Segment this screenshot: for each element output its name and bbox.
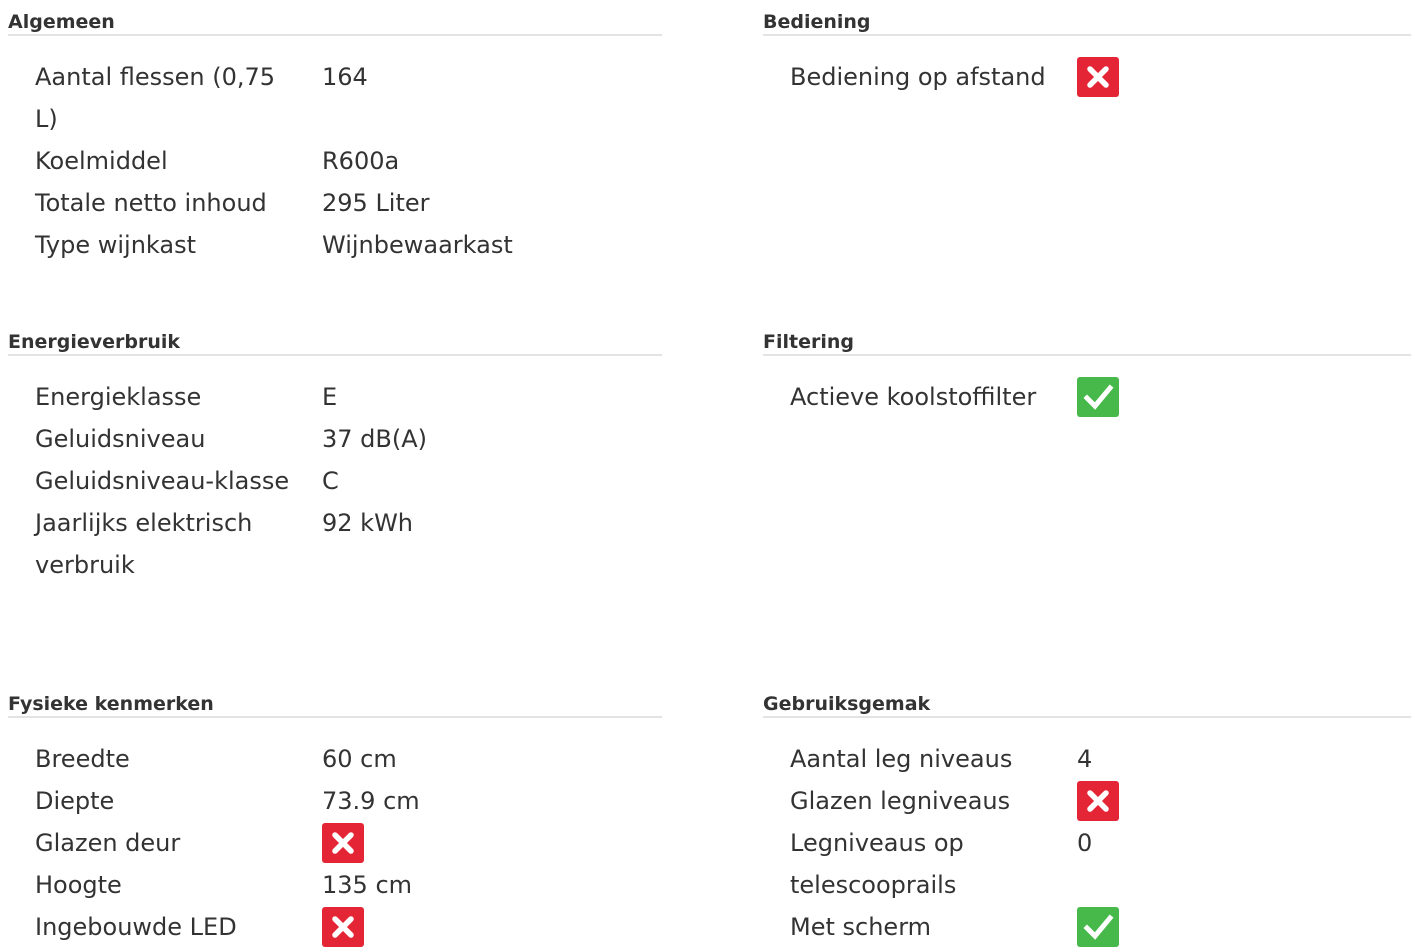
spec-row: Geluidsniveau-klasse C: [8, 460, 662, 502]
spec-row: Legniveaus op telescooprails 0: [763, 822, 1411, 906]
section-energieverbruik: Energieverbruik Energieklasse E Geluidsniv…: [8, 320, 662, 586]
spec-list-energieverbruik: Energieklasse E Geluidsniveau 37 dB(A) Gelui…: [8, 376, 662, 586]
spec-label: Glazen legniveaus: [790, 787, 1011, 815]
section-title-algemeen: Algemeen: [8, 0, 662, 36]
section-title-fysieke-kenmerken: Fysieke kenmerken: [8, 682, 662, 718]
spec-value: [1077, 56, 1411, 98]
section-title-energieverbruik: Energieverbruik: [8, 320, 662, 356]
spec-value: 92 kWh: [322, 509, 414, 537]
spec-list-filtering: Actieve koolstoffilter: [763, 376, 1411, 418]
spec-value: [1077, 906, 1411, 948]
spec-row: Glazen deur: [8, 822, 662, 864]
section-fysieke-kenmerken: Fysieke kenmerken Breedte 60 cm Diepte 73.9…: [8, 682, 662, 948]
spec-label: Actieve koolstoffilter: [790, 383, 1037, 411]
cross-icon: [322, 907, 364, 947]
check-icon: [1077, 377, 1119, 417]
spec-list-algemeen: Aantal flessen (0,75 L) 164 Koelmiddel R600…: [8, 56, 662, 266]
spec-row: Diepte 73.9 cm: [8, 780, 662, 822]
spec-value: [322, 822, 662, 864]
spec-row: Energieklasse E: [8, 376, 662, 418]
section-gebruiksgemak: Gebruiksgemak Aantal leg niveaus 4 Glazen …: [763, 682, 1411, 948]
spec-label: Legniveaus op telescooprails: [790, 829, 964, 899]
spec-label: Ingebouwde LED: [35, 913, 237, 941]
spec-list-bediening: Bediening op afstand: [763, 56, 1411, 98]
spec-label: Geluidsniveau-klasse: [35, 467, 290, 495]
spec-value: E: [322, 383, 338, 411]
spec-row: Ingebouwde LED: [8, 906, 662, 948]
section-title-gebruiksgemak: Gebruiksgemak: [763, 682, 1411, 718]
spec-row: Jaarlijks elektrisch verbruik 92 kWh: [8, 502, 662, 586]
spec-value: 37 dB(A): [322, 425, 428, 453]
spec-value: 0: [1077, 829, 1093, 857]
spec-row: Geluidsniveau 37 dB(A): [8, 418, 662, 460]
spec-row: Aantal flessen (0,75 L) 164: [8, 56, 662, 140]
spec-value: R600a: [322, 147, 400, 175]
spec-value: [322, 906, 662, 948]
section-algemeen: Algemeen Aantal flessen (0,75 L) 164 Koelm…: [8, 0, 662, 266]
spec-label: Type wijnkast: [35, 231, 197, 259]
spec-value: C: [322, 467, 339, 495]
spec-value: Wijnbewaarkast: [322, 231, 513, 259]
spec-label: Aantal leg niveaus: [790, 745, 1013, 773]
cross-icon: [322, 823, 364, 863]
spec-label: Koelmiddel: [35, 147, 168, 175]
spec-row: Bediening op afstand: [763, 56, 1411, 98]
spec-row: Koelmiddel R600a: [8, 140, 662, 182]
spec-label: Geluidsniveau: [35, 425, 206, 453]
spec-label: Bediening op afstand: [790, 63, 1046, 91]
spec-value: 73.9 cm: [322, 787, 420, 815]
section-filtering: Filtering Actieve koolstoffilter: [763, 320, 1411, 418]
cross-icon: [1077, 781, 1119, 821]
spec-label: Breedte: [35, 745, 130, 773]
spec-value: 4: [1077, 745, 1093, 773]
spec-row: Glazen legniveaus: [763, 780, 1411, 822]
spec-value: [1077, 376, 1411, 418]
spec-list-fysieke-kenmerken: Breedte 60 cm Diepte 73.9 cm Glazen deur Hoog…: [8, 738, 662, 948]
spec-label: Hoogte: [35, 871, 122, 899]
spec-value: 60 cm: [322, 745, 397, 773]
cross-icon: [1077, 57, 1119, 97]
spec-label: Energieklasse: [35, 383, 202, 411]
spec-row: Aantal leg niveaus 4: [763, 738, 1411, 780]
spec-label: Glazen deur: [35, 829, 181, 857]
spec-row: Met scherm: [763, 906, 1411, 948]
spec-label: Jaarlijks elektrisch verbruik: [35, 509, 253, 579]
spec-list-gebruiksgemak: Aantal leg niveaus 4 Glazen legniveaus Legn…: [763, 738, 1411, 948]
section-title-filtering: Filtering: [763, 320, 1411, 356]
spec-row: Type wijnkast Wijnbewaarkast: [8, 224, 662, 266]
spec-value: [1077, 780, 1411, 822]
spec-value: 295 Liter: [322, 189, 430, 217]
spec-row: Actieve koolstoffilter: [763, 376, 1411, 418]
spec-row: Breedte 60 cm: [8, 738, 662, 780]
spec-value: 164: [322, 63, 368, 91]
spec-label: Diepte: [35, 787, 115, 815]
spec-value: 135 cm: [322, 871, 413, 899]
section-title-bediening: Bediening: [763, 0, 1411, 36]
spec-label: Totale netto inhoud: [35, 189, 267, 217]
spec-label: Met scherm: [790, 913, 932, 941]
check-icon: [1077, 907, 1119, 947]
spec-row: Hoogte 135 cm: [8, 864, 662, 906]
spec-label: Aantal flessen (0,75 L): [35, 63, 276, 133]
spec-row: Totale netto inhoud 295 Liter: [8, 182, 662, 224]
section-bediening: Bediening Bediening op afstand: [763, 0, 1411, 98]
